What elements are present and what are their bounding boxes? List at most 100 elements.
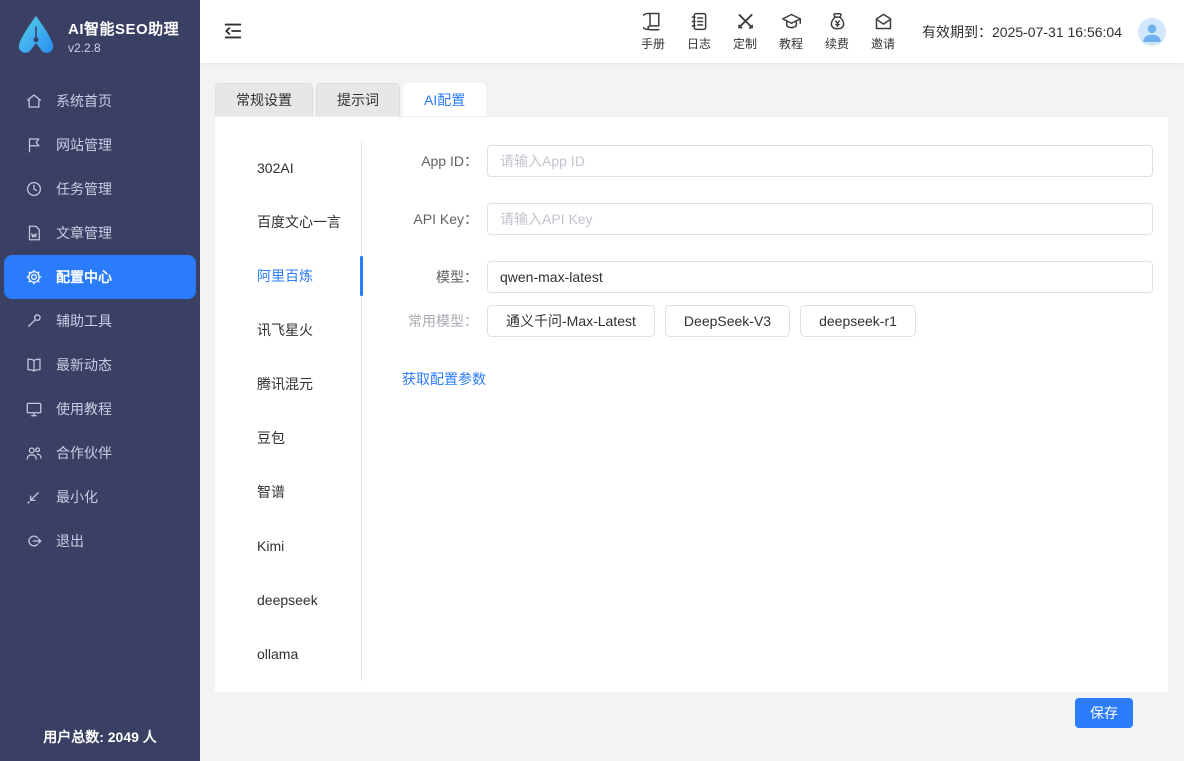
fold-icon (222, 20, 244, 42)
sidebar-item-logout[interactable]: 退出 (0, 519, 200, 563)
settings-tabs: 常规设置 提示词 AI配置 (215, 83, 1168, 116)
sidebar-item-websites[interactable]: 网站管理 (0, 123, 200, 167)
article-icon (25, 224, 43, 242)
model-label: 模型： (362, 267, 487, 287)
save-row: 保存 (215, 692, 1168, 738)
model-row: 模型： (362, 261, 1153, 293)
minimize-icon (25, 488, 43, 506)
app-id-input[interactable] (487, 145, 1153, 177)
manual-book-icon (643, 11, 664, 32)
avatar[interactable] (1138, 18, 1166, 46)
monitor-icon (25, 400, 43, 418)
common-models-row: 常用模型： 通义千问-Max-Latest DeepSeek-V3 deepse… (362, 305, 1153, 337)
validity-label: 有效期到： (922, 24, 992, 40)
provider-config-form: App ID： API Key： 模型： 常用模型： 通义千问- (362, 117, 1168, 692)
tool-log[interactable]: 日志 (684, 11, 714, 52)
validity-text: 有效期到：2025-07-31 16:56:04 (922, 22, 1122, 42)
validity-value: 2025-07-31 16:56:04 (992, 24, 1122, 40)
app-logo-row: AI智能SEO助理 v2.2.8 (0, 0, 200, 69)
api-key-label: API Key： (362, 209, 487, 229)
users-total: 用户总数: 2049 人 (0, 727, 200, 747)
common-models-label: 常用模型： (362, 311, 487, 331)
sidebar-item-home[interactable]: 系统首页 (0, 79, 200, 123)
sidebar-item-label: 辅助工具 (56, 311, 112, 331)
provider-nav: 302AI 百度文心一言 阿里百炼 讯飞星火 腾讯混元 豆包 智谱 Kimi d… (215, 141, 362, 681)
app-version: v2.2.8 (68, 41, 179, 55)
api-key-row: API Key： (362, 203, 1153, 235)
sidebar-item-partners[interactable]: 合作伙伴 (0, 431, 200, 475)
log-icon (689, 11, 710, 32)
provider-baidu-wenxin[interactable]: 百度文心一言 (215, 195, 361, 249)
topbar: 手册 日志 定制 教程 续费 (200, 0, 1184, 63)
provider-kimi[interactable]: Kimi (215, 519, 361, 573)
sidebar-item-news[interactable]: 最新动态 (0, 343, 200, 387)
sidebar-item-tools[interactable]: 辅助工具 (0, 299, 200, 343)
tool-tutorial[interactable]: 教程 (776, 11, 806, 52)
get-config-row: 获取配置参数 (362, 369, 1153, 389)
main-column: 手册 日志 定制 教程 续费 (200, 0, 1184, 761)
sidebar-item-label: 退出 (56, 531, 84, 551)
sidebar-item-label: 文章管理 (56, 223, 112, 243)
tab-general-settings[interactable]: 常规设置 (215, 83, 313, 116)
sidebar-item-config-center[interactable]: 配置中心 (4, 255, 196, 299)
content-area: 常规设置 提示词 AI配置 302AI 百度文心一言 阿里百炼 讯飞星火 腾讯混… (200, 63, 1184, 761)
provider-zhipu[interactable]: 智谱 (215, 465, 361, 519)
model-chip-qwen-max-latest[interactable]: 通义千问-Max-Latest (487, 305, 655, 337)
app-root: AI智能SEO助理 v2.2.8 系统首页 网站管理 任务管理 文章管理 (0, 0, 1184, 761)
tool-manual[interactable]: 手册 (638, 11, 668, 52)
provider-xunfei-spark[interactable]: 讯飞星火 (215, 303, 361, 357)
logout-icon (25, 532, 43, 550)
provider-tencent-hunyuan[interactable]: 腾讯混元 (215, 357, 361, 411)
tab-ai-config[interactable]: AI配置 (403, 83, 486, 116)
sidebar-item-label: 配置中心 (56, 267, 112, 287)
sidebar-item-label: 合作伙伴 (56, 443, 112, 463)
get-config-params-link[interactable]: 获取配置参数 (402, 371, 486, 387)
tab-prompts[interactable]: 提示词 (316, 83, 400, 116)
user-avatar-icon (1138, 18, 1166, 46)
sidebar-fold-button[interactable] (222, 20, 246, 44)
sidebar-item-articles[interactable]: 文章管理 (0, 211, 200, 255)
app-title: AI智能SEO助理 (68, 18, 179, 39)
tool-label: 日志 (687, 35, 711, 52)
tool-customize[interactable]: 定制 (730, 11, 760, 52)
provider-302ai[interactable]: 302AI (215, 141, 361, 195)
app-id-row: App ID： (362, 145, 1153, 177)
sidebar-item-tasks[interactable]: 任务管理 (0, 167, 200, 211)
model-input[interactable] (487, 261, 1153, 293)
tool-label: 教程 (779, 35, 803, 52)
sidebar-item-label: 网站管理 (56, 135, 112, 155)
provider-ollama[interactable]: ollama (215, 627, 361, 681)
home-icon (25, 92, 43, 110)
tool-label: 续费 (825, 35, 849, 52)
invite-mail-icon (873, 11, 894, 32)
sidebar-item-label: 使用教程 (56, 399, 112, 419)
sidebar-item-label: 任务管理 (56, 179, 112, 199)
app-logo-icon (14, 14, 58, 59)
topbar-tools: 手册 日志 定制 教程 续费 (638, 11, 898, 52)
ai-config-panel: 302AI 百度文心一言 阿里百炼 讯飞星火 腾讯混元 豆包 智谱 Kimi d… (215, 116, 1168, 692)
sidebar-menu: 系统首页 网站管理 任务管理 文章管理 配置中心 辅助工具 (0, 79, 200, 563)
sidebar-item-tutorials[interactable]: 使用教程 (0, 387, 200, 431)
tool-label: 邀请 (871, 35, 895, 52)
partners-icon (25, 444, 43, 462)
sidebar-item-label: 最新动态 (56, 355, 112, 375)
sidebar-item-label: 系统首页 (56, 91, 112, 111)
renew-moneybag-icon (827, 11, 848, 32)
provider-deepseek[interactable]: deepseek (215, 573, 361, 627)
save-button[interactable]: 保存 (1075, 698, 1133, 728)
api-key-input[interactable] (487, 203, 1153, 235)
tutorial-cap-icon (781, 11, 802, 32)
model-chip-deepseek-v3[interactable]: DeepSeek-V3 (665, 305, 790, 337)
tool-label: 手册 (641, 35, 665, 52)
app-id-label: App ID： (362, 151, 487, 171)
wrench-icon (25, 312, 43, 330)
tool-invite[interactable]: 邀请 (868, 11, 898, 52)
news-icon (25, 356, 43, 374)
tool-renew[interactable]: 续费 (822, 11, 852, 52)
gear-icon (25, 268, 43, 286)
provider-ali-bailian[interactable]: 阿里百炼 (215, 249, 361, 303)
provider-doubao[interactable]: 豆包 (215, 411, 361, 465)
sidebar-item-minimize[interactable]: 最小化 (0, 475, 200, 519)
clock-icon (25, 180, 43, 198)
model-chip-deepseek-r1[interactable]: deepseek-r1 (800, 305, 916, 337)
